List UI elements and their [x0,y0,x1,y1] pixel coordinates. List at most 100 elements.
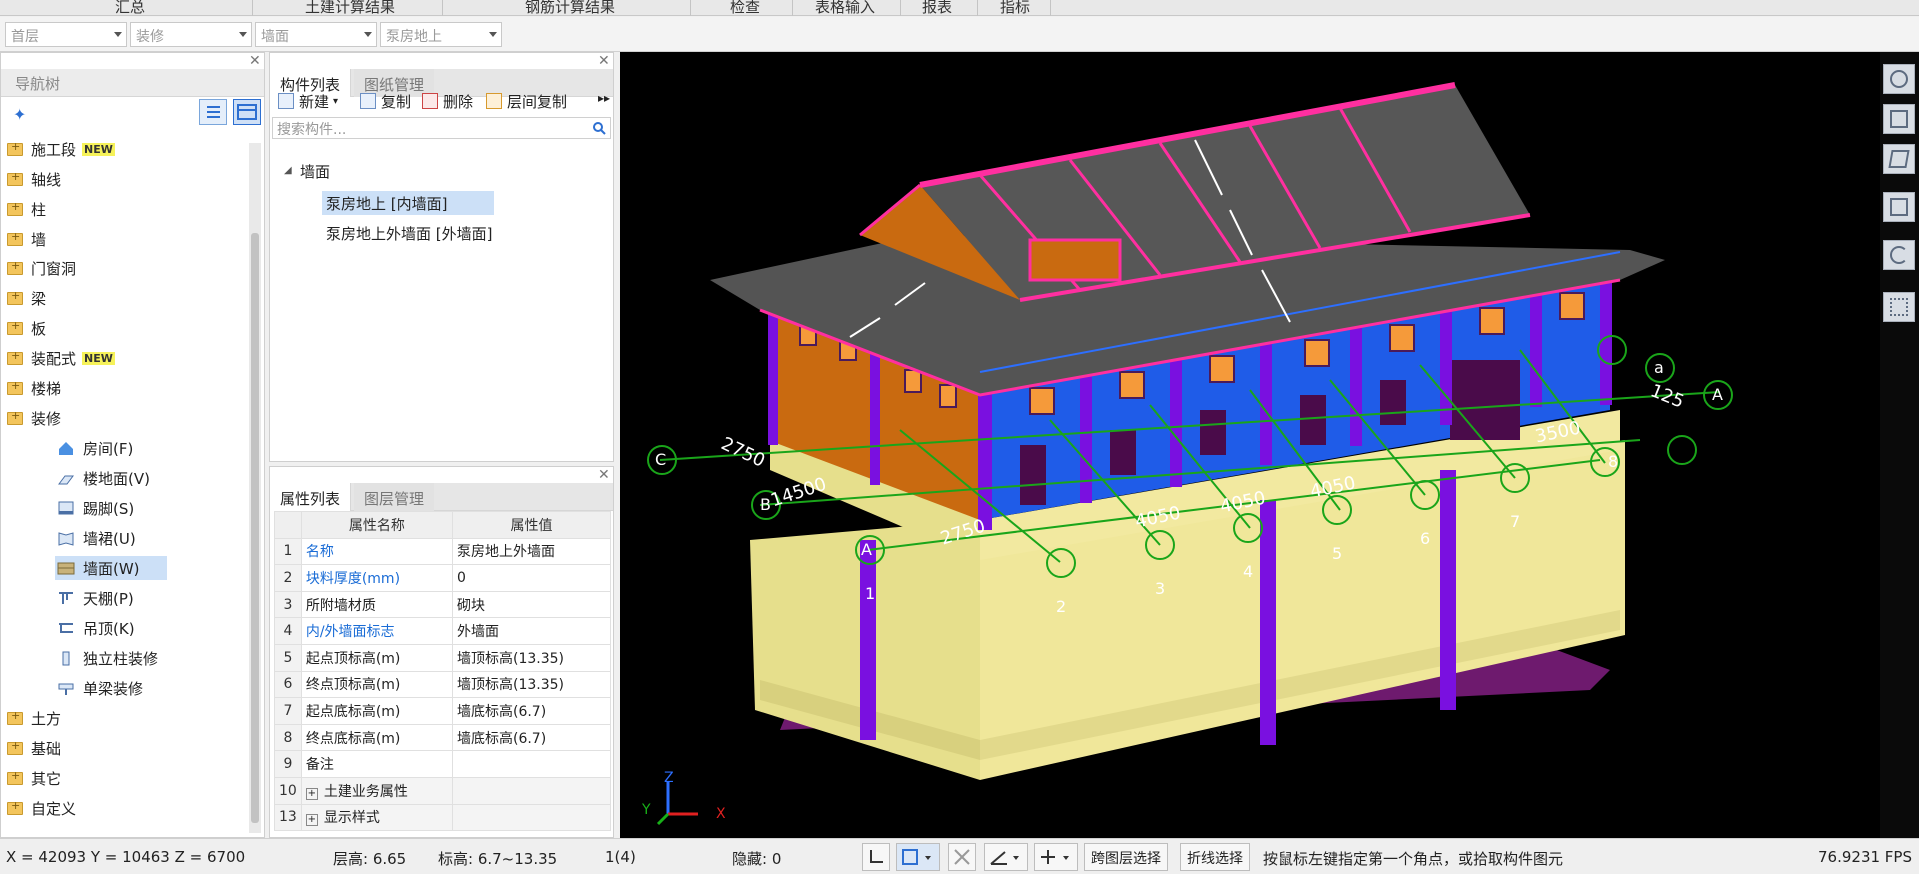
nav-sub-floor[interactable]: 楼地面(V) [57,466,150,490]
folder-icon [7,739,23,755]
floor-select[interactable]: 首层 [5,22,127,47]
cross-select-icon[interactable] [948,843,976,871]
property-table: 属性名称 属性值 1 名称 泵房地上外墙面 2 块料厚度(mm) 0 3 所附墙材质 砌块 4… [274,511,612,832]
table-row[interactable]: 10 + 土建业务属性 [274,776,612,805]
tab-layer-management[interactable]: 图层管理 [354,483,435,511]
floor-height: 层高: 6.65 [333,850,407,868]
table-row[interactable]: 1 名称 泵房地上外墙面 [274,537,612,566]
floor-copy-button[interactable]: 层间复制 [486,89,567,113]
nav-item-construction-stage[interactable]: 施工段NEW [7,137,115,161]
table-row[interactable]: 5 起点顶标高(m) 墙顶标高(13.35) [274,643,612,672]
cube-icon[interactable] [1883,192,1915,222]
nav-item-wall[interactable]: 墙 [7,227,46,251]
type-select[interactable]: 墙面 [255,22,377,47]
nav-item-earthwork[interactable]: 土方 [7,706,61,730]
grid-number: 8 [1608,452,1619,471]
delete-button[interactable]: 删除 [422,89,473,113]
category-select[interactable]: 装修 [130,22,252,47]
menu-civil-results[interactable]: 土建计算结果 [290,0,410,16]
select-box-icon[interactable] [896,843,940,871]
skirting-icon [58,501,74,515]
column-finish-icon [62,651,70,666]
delete-icon [422,93,438,109]
close-icon[interactable]: ✕ [598,467,610,483]
column [1260,500,1276,745]
nav-sub-suspended-ceiling[interactable]: 吊顶(K) [57,616,135,640]
nav-item-decoration[interactable]: 装修 [7,406,61,430]
group-label: 墙面 [300,163,331,181]
suspended-ceiling-icon [59,623,73,633]
elevation: 标高: 6.7~13.35 [438,850,558,868]
2d-view-icon[interactable] [1883,104,1915,134]
search-icon[interactable] [592,121,606,135]
new-button[interactable]: 新建 ▾ [278,89,338,113]
angle-icon[interactable] [984,843,1028,871]
table-row[interactable]: 7 起点底标高(m) 墙底标高(6.7) [274,697,612,725]
nav-sub-wall-face[interactable]: 墙面(W) [57,556,140,580]
nav-scrollbar[interactable] [249,143,261,833]
nav-item-custom[interactable]: 自定义 [7,796,76,820]
nav-sub-ceiling[interactable]: 天棚(P) [57,586,134,610]
nav-item-other[interactable]: 其它 [7,766,61,790]
close-icon[interactable]: ✕ [249,53,261,69]
cross-floor-select-button[interactable]: 跨图层选择 [1084,843,1168,871]
close-icon[interactable]: ✕ [598,53,610,69]
folder-icon [7,379,23,395]
axis-z-label: Z [664,770,674,786]
grid-number: 3 [1155,579,1166,598]
orbit-icon[interactable] [1883,64,1915,94]
detail-view-icon[interactable] [233,99,261,125]
list-view-icon[interactable] [199,99,227,125]
nav-item-slab[interactable]: 板 [7,316,46,340]
nav-item-axis[interactable]: 轴线 [7,167,61,191]
nav-sub-skirting[interactable]: 踢脚(S) [57,496,134,520]
table-row[interactable]: 3 所附墙材质 砌块 [274,590,612,619]
nav-sub-room[interactable]: 房间(F) [57,436,133,460]
nav-sub-column-finish[interactable]: 独立柱装修 [57,646,158,670]
menu-report[interactable]: 报表 [912,0,962,16]
collapse-icon[interactable]: ◢ [284,165,292,176]
rotate-icon[interactable] [1883,240,1915,270]
nav-sub-beam-finish[interactable]: 单梁装修 [57,676,143,700]
viewport-3d[interactable]: C B A A a 1 2 3 4 5 6 7 8 2750 14500 275… [620,52,1880,838]
status-hint: 按鼠标左键指定第一个角点，或拾取构件图元 [1263,850,1564,868]
tab-property-list[interactable]: 属性列表 [270,483,352,511]
ortho-icon[interactable] [862,843,890,871]
copy-button[interactable]: 复制 [360,89,411,113]
nav-item-foundation[interactable]: 基础 [7,736,61,760]
table-row[interactable]: 8 终点底标高(m) 墙底标高(6.7) [274,723,612,752]
menu-summary[interactable]: 汇总 [100,0,160,16]
table-row[interactable]: 2 块料厚度(mm) 0 [274,564,612,592]
sparkle-icon[interactable]: ✦ [13,105,26,124]
menu-rebar-results[interactable]: 钢筋计算结果 [510,0,630,16]
more-icon[interactable]: ▸▸ [598,91,610,105]
nav-sub-dado[interactable]: 墙裙(U) [57,526,136,550]
component-search-input[interactable]: 搜索构件... [272,117,611,139]
nav-item-prefab[interactable]: 装配式NEW [7,346,115,370]
nav-item-stairs[interactable]: 楼梯 [7,376,61,400]
table-row[interactable]: 9 备注 [274,750,612,778]
folder-icon [7,319,23,335]
polyline-select-button[interactable]: 折线选择 [1180,843,1250,871]
folder-icon [7,259,23,275]
nav-item-openings[interactable]: 门窗洞 [7,256,76,280]
snap-icon[interactable] [1034,843,1078,871]
table-row[interactable]: 4 内/外墙面标志 外墙面 [274,617,612,645]
expand-icon[interactable]: + [305,814,318,827]
component-select[interactable]: 泵房地上 [380,22,502,47]
table-row[interactable]: 13 + 显示样式 [274,803,612,832]
nav-item-column[interactable]: 柱 [7,197,46,221]
menu-indicator[interactable]: 指标 [990,0,1040,16]
folder-icon [7,200,23,216]
beam-finish-icon [58,683,74,695]
menu-check[interactable]: 检查 [720,0,770,16]
table-header: 属性名称 [300,511,453,539]
layers-icon[interactable] [1883,292,1915,322]
table-row[interactable]: 6 终点顶标高(m) 墙顶标高(13.35) [274,670,612,699]
expand-icon[interactable]: + [305,787,318,800]
3d-box-icon[interactable] [1883,144,1915,174]
component-entry[interactable]: 泵房地上 [内墙面] [326,193,447,214]
menu-table-input[interactable]: 表格输入 [805,0,885,16]
component-entry[interactable]: 泵房地上外墙面 [外墙面] [326,223,492,244]
nav-item-beam[interactable]: 梁 [7,286,46,310]
